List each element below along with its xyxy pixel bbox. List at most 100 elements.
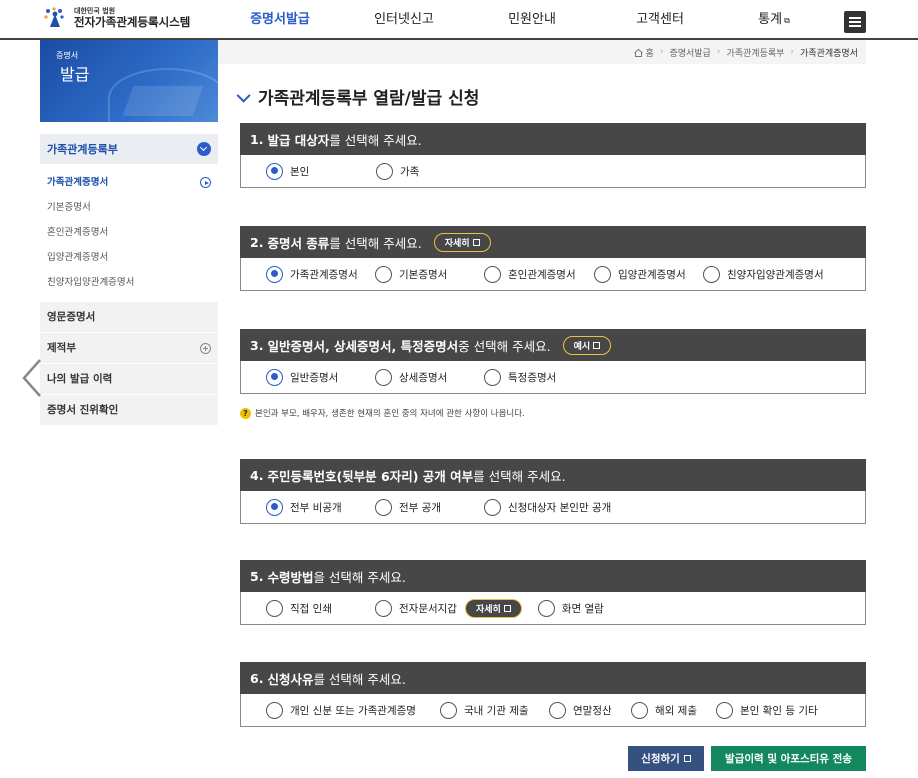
- sidebar-sub-basic[interactable]: 기본증명서: [40, 195, 218, 220]
- breadcrumb-home[interactable]: 홈: [646, 46, 654, 59]
- radio-self-only-public[interactable]: 신청대상자 본인만 공개: [484, 498, 612, 516]
- radio-button[interactable]: [484, 498, 501, 516]
- radio-label: 친양자입양관계증명서: [727, 268, 824, 281]
- radio-identity[interactable]: 개인 신분 또는 가족관계증명: [266, 701, 440, 719]
- radio-button[interactable]: [266, 162, 283, 180]
- apply-button[interactable]: 신청하기: [628, 746, 704, 771]
- nav-certificate-issue[interactable]: 증명서발급: [220, 0, 340, 40]
- apply-label: 신청하기: [641, 753, 680, 765]
- external-link-icon: [472, 238, 480, 246]
- radio-button[interactable]: [484, 368, 501, 386]
- sidebar-sub-adoption[interactable]: 입양관계증명서: [40, 245, 218, 270]
- section-number: 3.: [250, 337, 264, 353]
- radio-family[interactable]: 가족: [376, 162, 419, 180]
- example-button[interactable]: 예시: [562, 335, 612, 355]
- radio-button[interactable]: [440, 701, 457, 719]
- chevron-down-icon: [197, 142, 211, 156]
- sidebar-sub-marriage[interactable]: 혼인관계증명서: [40, 220, 218, 245]
- e-wallet-detail-button[interactable]: 자세히: [464, 598, 522, 618]
- radio-all-private[interactable]: 전부 비공개: [266, 498, 375, 516]
- sidebar-item-verify[interactable]: 증명서 진위확인: [40, 394, 218, 425]
- radio-button[interactable]: [376, 162, 393, 180]
- radio-button[interactable]: [375, 498, 392, 516]
- section-keyword: 신청사유: [267, 671, 314, 687]
- radio-button[interactable]: [716, 701, 733, 719]
- sidebar-item-removed-register[interactable]: 제적부: [40, 332, 218, 363]
- radio-screen-view[interactable]: 화면 열람: [537, 599, 604, 617]
- section-instruction: 를 선택해 주세요.: [313, 671, 406, 687]
- radio-label: 본인: [290, 165, 310, 178]
- radio-all-public[interactable]: 전부 공개: [375, 498, 484, 516]
- radio-button[interactable]: [484, 265, 501, 283]
- radio-direct-print[interactable]: 직접 인쇄: [266, 599, 375, 617]
- nav-customer-center[interactable]: 고객센터: [596, 0, 724, 40]
- radio-family-relation[interactable]: 가족관계증명서: [266, 265, 375, 283]
- sidebar-sub-family-relation[interactable]: 가족관계증명서: [40, 170, 218, 195]
- all-menu-button[interactable]: [844, 11, 866, 33]
- section-number: 1.: [250, 131, 264, 147]
- radio-self[interactable]: 본인: [266, 162, 376, 180]
- radio-button[interactable]: [266, 701, 283, 719]
- radio-group-receive-method: 직접 인쇄 전자문서지갑 자세히 화면 열람: [240, 592, 866, 625]
- section-reason: 6. 신청사유 를 선택해 주세요. 개인 신분 또는 가족관계증명 국내 기관 …: [240, 662, 866, 727]
- external-link-icon: [503, 604, 511, 612]
- radio-label: 상세증명서: [399, 371, 448, 384]
- radio-button[interactable]: [594, 265, 611, 283]
- breadcrumb-item[interactable]: 증명서발급: [669, 46, 710, 59]
- radio-button[interactable]: [537, 599, 555, 617]
- radio-button[interactable]: [266, 368, 283, 386]
- radio-button[interactable]: [375, 368, 392, 386]
- radio-group-reason: 개인 신분 또는 가족관계증명 국내 기관 제출 연말정산 해외 제출 본인 확…: [240, 694, 866, 727]
- nav-civil-guide[interactable]: 민원안내: [468, 0, 596, 40]
- home-icon[interactable]: [633, 48, 643, 57]
- radio-button[interactable]: [375, 265, 392, 283]
- external-link-icon: [593, 341, 601, 349]
- sidebar-item-family-register[interactable]: 가족관계등록부: [40, 134, 218, 164]
- info-note: ? 본인과 부모, 배우자, 생존한 현재의 혼인 중의 자녀에 관한 사항이 …: [240, 407, 525, 419]
- radio-general[interactable]: 일반증명서: [266, 368, 375, 386]
- section-number: 5.: [250, 568, 264, 584]
- radio-year-end[interactable]: 연말정산: [549, 701, 631, 719]
- breadcrumb-item[interactable]: 가족관계등록부: [726, 46, 784, 59]
- radio-button[interactable]: [631, 701, 648, 719]
- radio-label: 신청대상자 본인만 공개: [508, 501, 612, 514]
- detail-label: 자세히: [444, 238, 470, 249]
- site-logo[interactable]: 대한민국 법원 전자가족관계등록시스템: [42, 5, 190, 31]
- radio-button[interactable]: [266, 498, 283, 516]
- nav-internet-report[interactable]: 인터넷신고: [340, 0, 468, 40]
- radio-marriage[interactable]: 혼인관계증명서: [484, 265, 594, 283]
- radio-domestic[interactable]: 국내 기관 제출: [440, 701, 549, 719]
- section-instruction: 중 선택해 주세요.: [458, 338, 551, 354]
- history-apostille-button[interactable]: 발급이력 및 아포스티유 전송: [711, 746, 866, 771]
- radio-adoption[interactable]: 입양관계증명서: [594, 265, 703, 283]
- radio-label: 일반증명서: [290, 371, 339, 384]
- radio-button[interactable]: [266, 599, 283, 617]
- detail-button[interactable]: 자세히: [433, 232, 491, 252]
- radio-other[interactable]: 본인 확인 등 기타: [716, 701, 818, 719]
- section-resident-number: 4. 주민등록번호(뒷부분 6자리) 공개 여부 를 선택해 주세요. 전부 비공…: [240, 459, 866, 524]
- sidebar-item-english[interactable]: 영문증명서: [40, 301, 218, 332]
- radio-button[interactable]: [266, 265, 283, 283]
- page-title: 가족관계등록부 열람/발급 신청: [236, 84, 480, 109]
- page-title-text: 가족관계등록부 열람/발급 신청: [258, 89, 480, 109]
- sidebar-item-history[interactable]: 나의 발급 이력: [40, 363, 218, 394]
- history-label: 발급이력 및 아포스티유 전송: [725, 753, 852, 765]
- radio-full-adoption[interactable]: 친양자입양관계증명서: [703, 265, 824, 283]
- radio-detailed[interactable]: 상세증명서: [375, 368, 484, 386]
- radio-label: 특정증명서: [508, 371, 557, 384]
- radio-overseas[interactable]: 해외 제출: [631, 701, 716, 719]
- sidebar-menu-label: 영문증명서: [47, 310, 96, 323]
- chevron-left-icon[interactable]: [18, 356, 48, 400]
- radio-button[interactable]: [549, 701, 566, 719]
- radio-basic[interactable]: 기본증명서: [375, 265, 484, 283]
- radio-button[interactable]: [375, 599, 392, 617]
- radio-specific[interactable]: 특정증명서: [484, 368, 557, 386]
- radio-e-wallet[interactable]: 전자문서지갑: [375, 599, 457, 617]
- logo-title: 전자가족관계등록시스템: [74, 14, 191, 29]
- section-certificate-type: 2. 증명서 종류 를 선택해 주세요. 자세히 가족관계증명서 기본증명서 혼인…: [240, 226, 866, 291]
- sidebar-sub-full-adoption[interactable]: 친양자입양관계증명서: [40, 270, 218, 295]
- section-instruction: 를 선택해 주세요.: [473, 468, 566, 484]
- radio-button[interactable]: [703, 265, 720, 283]
- nav-statistics[interactable]: 통계 ⧉: [724, 0, 824, 40]
- radio-label: 전부 공개: [399, 501, 441, 514]
